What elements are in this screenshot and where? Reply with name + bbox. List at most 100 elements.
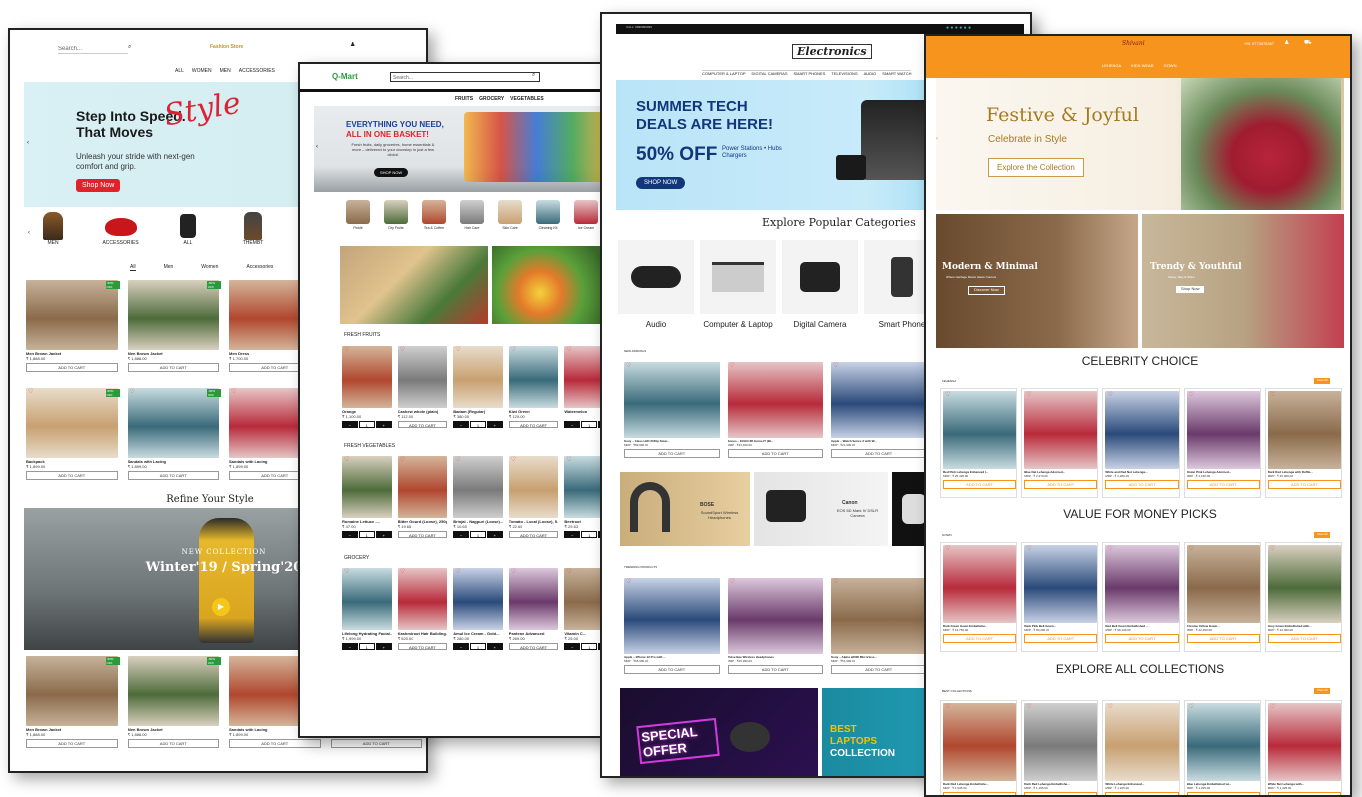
- wishlist-heart-icon[interactable]: ♡: [566, 457, 572, 463]
- hero-shop-now-button[interactable]: Shop Now: [76, 179, 121, 192]
- nav-item-gown[interactable]: GOWN: [1164, 63, 1177, 69]
- wishlist-heart-icon[interactable]: ♡: [1270, 704, 1276, 710]
- product-card[interactable]: ♡ White Lehenga Enhanced... MRP : ₹ 1,225.…: [1102, 700, 1180, 795]
- grocery-category-item[interactable]: Dry Fruits: [378, 198, 414, 238]
- wishlist-heart-icon[interactable]: ♡: [400, 347, 406, 353]
- product-image[interactable]: [727, 362, 823, 438]
- product-card[interactable]: ♡ White Net Lehenga with... MRP : ₹ 1,425.…: [1264, 700, 1342, 795]
- special-offer-banner[interactable]: SPECIAL OFFER: [620, 688, 818, 776]
- wishlist-heart-icon[interactable]: ♡: [1026, 546, 1032, 552]
- ethnic-hero-button[interactable]: Explore the Collection: [988, 158, 1084, 177]
- wishlist-heart-icon[interactable]: ♡: [1107, 704, 1113, 710]
- tab-all[interactable]: All: [130, 264, 136, 271]
- add-to-cart-button[interactable]: ADD TO CART: [127, 363, 219, 372]
- product-card[interactable]: ♡ White and Red Net Lehenga... MRP : ₹ 2,2…: [1102, 388, 1180, 498]
- product-image[interactable]: [1105, 391, 1179, 469]
- quantity-stepper[interactable]: −1+: [453, 421, 503, 428]
- add-to-cart-button[interactable]: ADD TO CART: [1105, 480, 1179, 489]
- product-image[interactable]: [127, 280, 219, 350]
- product-card[interactable]: ♡ Brinjal - Nagpuri (Loose)... ₹ 10.65−1 +: [451, 454, 505, 544]
- product-image[interactable]: [727, 578, 823, 654]
- b2-shop-button[interactable]: Shop Now: [1176, 286, 1205, 293]
- add-to-cart-button[interactable]: ADD TO CART: [1186, 634, 1260, 643]
- add-to-cart-button[interactable]: ADD TO CART: [397, 531, 448, 538]
- grocery-category-item[interactable]: Skin Care: [492, 198, 528, 238]
- quantity-stepper[interactable]: −1+: [453, 531, 503, 538]
- grocery-search-icon[interactable]: ⌕: [532, 72, 535, 79]
- product-card[interactable]: ♡ Onion Pink Lehenga Adorned... MRP : ₹ 2,…: [1183, 388, 1261, 498]
- add-to-cart-button[interactable]: ADD TO CART: [943, 634, 1017, 643]
- product-card[interactable]: -50% OFF Men Brown Jacket ₹ 1,888.00 ADD TO…: [24, 654, 120, 754]
- product-image[interactable]: [508, 346, 559, 408]
- wishlist-heart-icon[interactable]: ♡: [730, 579, 736, 585]
- product-image[interactable]: [1267, 703, 1341, 781]
- wishlist-heart-icon[interactable]: ♡: [566, 347, 572, 353]
- add-to-cart-button[interactable]: ADD TO CART: [397, 643, 448, 650]
- product-card[interactable]: ♡ Pantene Advanced ₹ 269.00 ADD TO CART: [506, 566, 561, 656]
- add-to-cart-button[interactable]: ADD TO CART: [831, 449, 927, 458]
- wishlist-heart-icon[interactable]: ♡: [455, 457, 461, 463]
- value-view-all-button[interactable]: View All: [1314, 532, 1331, 538]
- add-to-cart-button[interactable]: ADD TO CART: [1024, 634, 1098, 643]
- brand-logo[interactable]: Fashion Store: [210, 44, 243, 50]
- product-image[interactable]: [943, 391, 1017, 469]
- nav-item-fruits[interactable]: FRUITS: [455, 96, 473, 102]
- product-card[interactable]: ♡ Dark Green Gown Embellishe... MRP : ₹ 13…: [940, 542, 1018, 652]
- add-to-cart-button[interactable]: ADD TO CART: [26, 363, 118, 372]
- user-icon[interactable]: ♟: [350, 42, 355, 49]
- wishlist-heart-icon[interactable]: ♡: [945, 546, 951, 552]
- product-card[interactable]: ♡-50% OFFBackpack₹ 1,899.00ADD TO CART: [24, 386, 120, 486]
- product-card[interactable]: ♡ Blue Net Lehenga Adorned... MRP : ₹ 2,37…: [1021, 388, 1099, 498]
- tab-men[interactable]: Men: [164, 264, 174, 271]
- wishlist-heart-icon[interactable]: ♡: [626, 363, 632, 369]
- add-to-cart-button[interactable]: ADD TO CART: [127, 471, 219, 480]
- collections-view-all-button[interactable]: View All: [1314, 688, 1331, 694]
- add-to-cart-button[interactable]: ADD TO CART: [1105, 792, 1179, 795]
- grocery-hero-prev-arrow[interactable]: ‹: [316, 144, 318, 151]
- product-image[interactable]: [943, 703, 1017, 781]
- electronics-hero-shop-button[interactable]: SHOP NOW: [636, 177, 686, 189]
- product-image[interactable]: [1105, 703, 1179, 781]
- product-card[interactable]: ♡ Orange ₹ 1,100.00−1 +: [340, 344, 394, 434]
- grocery-logo[interactable]: Q-Mart: [332, 72, 358, 81]
- wishlist-heart-icon[interactable]: ♡: [945, 392, 951, 398]
- product-image[interactable]: [1267, 391, 1341, 469]
- add-to-cart-button[interactable]: ADD TO CART: [127, 739, 219, 748]
- increase-button[interactable]: +: [486, 421, 503, 428]
- wishlist-heart-icon[interactable]: ♡: [28, 389, 34, 395]
- quantity-stepper[interactable]: ADD TO CART: [508, 531, 559, 538]
- grocery-banner-2[interactable]: [492, 246, 612, 324]
- nav-item-digital-cameras[interactable]: DIGITAL CAMERAS: [752, 71, 788, 77]
- wishlist-heart-icon[interactable]: ♡: [1189, 546, 1195, 552]
- wishlist-heart-icon[interactable]: ♡: [400, 457, 406, 463]
- product-image[interactable]: [1186, 545, 1260, 623]
- add-to-cart-button[interactable]: ADD TO CART: [1105, 634, 1179, 643]
- hero-prev-arrow[interactable]: ‹: [27, 140, 29, 147]
- product-card[interactable]: ♡ Dark Red Lehenga Embellishe... MRP : ₹ 1…: [1021, 700, 1099, 795]
- bose-promo-banner[interactable]: BOSE SoundSport Wireless Headphones: [620, 472, 750, 546]
- wishlist-heart-icon[interactable]: ♡: [945, 704, 951, 710]
- b1-discover-button[interactable]: Discover Now: [968, 286, 1005, 295]
- product-card[interactable]: -50% OFF Men Brown Jacket ₹ 1,888.00 ADD TO…: [125, 278, 221, 378]
- quantity-stepper[interactable]: −1+: [342, 643, 392, 650]
- ethnic-user-icon[interactable]: ♟: [1284, 40, 1289, 47]
- nav-item-women[interactable]: WOMEN: [192, 68, 212, 74]
- category-prev-arrow[interactable]: ‹: [28, 230, 30, 237]
- electronics-category-card[interactable]: Computer & Laptop: [700, 240, 776, 338]
- wishlist-heart-icon[interactable]: ♡: [1026, 704, 1032, 710]
- increase-button[interactable]: +: [375, 421, 392, 428]
- grocery-hero-shop-button[interactable]: SHOP NOW: [374, 168, 409, 177]
- product-card[interactable]: ♡-50% OFFSandals with Lacing₹ 1,899.00AD…: [125, 386, 221, 486]
- product-image[interactable]: [453, 568, 503, 630]
- product-card[interactable]: -50% OFF Men Brown Jacket ₹ 1,888.00 ADD TO…: [24, 278, 120, 378]
- product-image[interactable]: [342, 346, 392, 408]
- celebrity-view-all-button[interactable]: View All: [1314, 378, 1331, 384]
- add-to-cart-button[interactable]: ADD TO CART: [229, 739, 321, 748]
- product-card[interactable]: -50% OFF Men Brown Jacket ₹ 1,888.00 ADD TO…: [125, 654, 221, 754]
- grocery-category-item[interactable]: Tea & Coffee: [416, 198, 452, 238]
- category-accessories[interactable]: ACCESSORIES: [98, 212, 143, 252]
- electronics-logo[interactable]: Electronics: [792, 44, 872, 59]
- product-card[interactable]: ♡ Badam (Regular) ₹ 380.00−1 +: [451, 344, 505, 434]
- category-thembt[interactable]: THEMBT: [233, 212, 273, 252]
- product-image[interactable]: [624, 362, 720, 438]
